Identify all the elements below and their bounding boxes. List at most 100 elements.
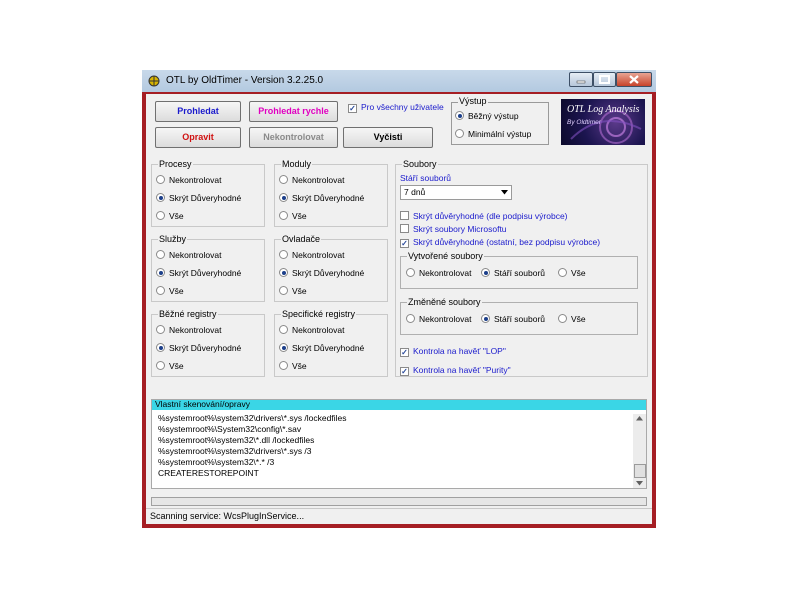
radio-option[interactable]: Skrýt Důveryhodné — [156, 191, 241, 205]
maximize-icon — [599, 75, 610, 84]
radio[interactable] — [558, 314, 567, 323]
scroll-thumb[interactable] — [634, 464, 646, 478]
chevron-down-icon[interactable] — [501, 190, 508, 195]
radio-option[interactable]: Vše — [279, 284, 307, 298]
close-button[interactable] — [616, 72, 652, 87]
hide-microsoft-label: Skrýt soubory Microsoftu — [413, 224, 507, 234]
checkbox-box[interactable] — [400, 224, 409, 233]
otl-window: OTL by OldTimer - Version 3.2.25.0 Prohl… — [142, 70, 656, 528]
radio-option[interactable]: Vše — [156, 359, 184, 373]
status-text: Scanning service: WcsPlugInService... — [150, 511, 305, 521]
close-icon — [629, 75, 639, 84]
option-label: Vše — [169, 211, 184, 221]
radio[interactable] — [481, 314, 490, 323]
output-minimal-option[interactable]: Minimální výstup — [455, 127, 531, 141]
file-age-label: Stáří souborů — [400, 173, 452, 183]
vertical-scrollbar[interactable] — [633, 414, 646, 488]
radio[interactable] — [156, 286, 165, 295]
scroll-up-icon[interactable] — [636, 416, 643, 421]
radio-option[interactable]: Nekontrolovat — [279, 248, 344, 262]
radio-option[interactable]: Skrýt Důveryhodné — [279, 266, 364, 280]
radio[interactable] — [156, 325, 165, 334]
radio-minimal[interactable] — [455, 129, 464, 138]
checkbox-box[interactable]: ✓ — [400, 348, 409, 357]
hide-microsoft-checkbox[interactable]: Skrýt soubory Microsoftu — [400, 222, 507, 236]
modified-no-check-option[interactable]: Nekontrolovat — [406, 312, 471, 326]
radio[interactable] — [279, 211, 288, 220]
modules-group: Moduly Nekontrolovat Skrýt Důveryhodné Vše — [274, 159, 388, 227]
scan-button[interactable]: Prohledat — [155, 101, 241, 122]
radio-option[interactable]: Nekontrolovat — [279, 323, 344, 337]
created-age-option[interactable]: Stáří souborů — [481, 266, 545, 280]
cleanup-button[interactable]: Vyčisti — [343, 127, 433, 148]
radio[interactable] — [156, 343, 165, 352]
option-label: Skrýt Důveryhodné — [292, 193, 365, 203]
output-normal-option[interactable]: Běžný výstup — [455, 109, 519, 123]
file-age-select[interactable]: 7 dnů — [400, 185, 512, 200]
services-group: Služby Nekontrolovat Skrýt Důveryhodné Vše — [151, 234, 265, 302]
radio[interactable] — [481, 268, 490, 277]
radio[interactable] — [279, 325, 288, 334]
all-users-checkbox[interactable]: ✓ Pro všechny uživatele — [348, 100, 444, 114]
created-no-check-option[interactable]: Nekontrolovat — [406, 266, 471, 280]
radio[interactable] — [156, 268, 165, 277]
option-label: Nekontrolovat — [169, 175, 222, 185]
custom-scan-title: Vlastní skenování/opravy — [155, 399, 250, 409]
radio-option[interactable]: Vše — [279, 209, 307, 223]
radio[interactable] — [279, 250, 288, 259]
radio[interactable] — [156, 250, 165, 259]
radio[interactable] — [406, 314, 415, 323]
checkbox-box[interactable]: ✓ — [348, 104, 357, 113]
no-check-label: Nekontrolovat — [263, 132, 324, 142]
option-label: Skrýt Důveryhodné — [292, 268, 365, 278]
maximize-button[interactable] — [593, 72, 616, 87]
radio[interactable] — [156, 361, 165, 370]
fix-button[interactable]: Opravit — [155, 127, 241, 148]
scroll-down-icon[interactable] — [636, 481, 643, 486]
radio-option[interactable]: Skrýt Důveryhodné — [156, 341, 241, 355]
modified-all-option[interactable]: Vše — [558, 312, 586, 326]
radio-option[interactable]: Nekontrolovat — [156, 173, 221, 187]
radio-option[interactable]: Vše — [156, 284, 184, 298]
custom-scan-textarea[interactable]: Vlastní skenování/opravy %systemroot%\sy… — [151, 399, 647, 489]
checkbox-box[interactable]: ✓ — [400, 239, 409, 248]
radio[interactable] — [406, 268, 415, 277]
radio-option[interactable]: Vše — [156, 209, 184, 223]
created-all-option[interactable]: Vše — [558, 266, 586, 280]
radio[interactable] — [156, 211, 165, 220]
radio[interactable] — [156, 175, 165, 184]
radio[interactable] — [279, 343, 288, 352]
radio-normal[interactable] — [455, 111, 464, 120]
radio-option[interactable]: Nekontrolovat — [279, 173, 344, 187]
radio-option[interactable]: Skrýt Důveryhodné — [279, 191, 364, 205]
quick-scan-button[interactable]: Prohledat rychle — [249, 101, 338, 122]
lop-checkbox[interactable]: ✓ Kontrola na havěť "LOP" — [400, 344, 506, 358]
radio-option[interactable]: Nekontrolovat — [156, 248, 221, 262]
checkbox-box[interactable] — [400, 211, 409, 220]
radio[interactable] — [156, 193, 165, 202]
custom-scan-line: %systemroot%\System32\config\*.sav — [158, 424, 302, 434]
hide-trusted-other-checkbox[interactable]: ✓ Skrýt důvěryhodné (ostatní, bez podpisu… — [400, 235, 600, 249]
radio-option[interactable]: Skrýt Důveryhodné — [156, 266, 241, 280]
modified-files-title: Změněné soubory — [407, 297, 482, 307]
fix-label: Opravit — [182, 132, 214, 142]
checkbox-box[interactable]: ✓ — [400, 367, 409, 376]
option-label: Vše — [571, 314, 586, 324]
radio[interactable] — [279, 268, 288, 277]
radio-option[interactable]: Nekontrolovat — [156, 323, 221, 337]
radio-option[interactable]: Vše — [279, 359, 307, 373]
hide-trusted-signed-checkbox[interactable]: Skrýt důvěryhodné (dle podpisu výrobce) — [400, 209, 568, 223]
radio[interactable] — [279, 193, 288, 202]
radio[interactable] — [279, 286, 288, 295]
no-check-button[interactable]: Nekontrolovat — [249, 127, 338, 148]
radio[interactable] — [558, 268, 567, 277]
title-bar[interactable]: OTL by OldTimer - Version 3.2.25.0 — [142, 70, 656, 92]
minimize-button[interactable] — [569, 72, 593, 87]
purity-label: Kontrola na havěť "Purity" — [413, 365, 511, 375]
radio[interactable] — [279, 361, 288, 370]
modified-age-option[interactable]: Stáří souborů — [481, 312, 545, 326]
radio-option[interactable]: Skrýt Důveryhodné — [279, 341, 364, 355]
purity-checkbox[interactable]: ✓ Kontrola na havěť "Purity" — [400, 363, 511, 377]
radio[interactable] — [279, 175, 288, 184]
option-label: Nekontrolovat — [169, 250, 222, 260]
